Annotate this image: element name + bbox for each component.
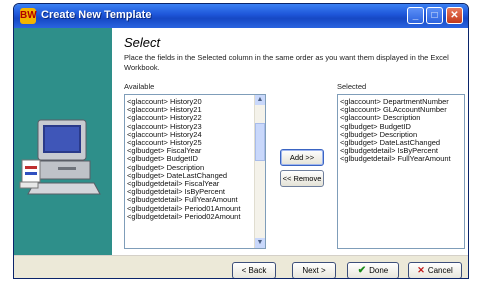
app-icon: BW bbox=[20, 8, 37, 24]
back-button[interactable]: < Back bbox=[232, 262, 276, 278]
create-template-dialog: BW Create New Template _ □ ✕ Select Plac… bbox=[13, 3, 469, 279]
selected-label: Selected bbox=[337, 82, 367, 91]
wizard-footer: < Back Next > ✔ Done ✕ Cancel bbox=[14, 255, 468, 278]
available-label: Available bbox=[124, 82, 155, 91]
done-label: Done bbox=[369, 266, 389, 275]
available-scrollbar[interactable]: ▲ ▼ bbox=[254, 95, 265, 248]
done-button[interactable]: ✔ Done bbox=[347, 262, 399, 278]
remove-button[interactable]: << Remove bbox=[280, 170, 324, 187]
title-bar[interactable]: BW Create New Template _ □ ✕ bbox=[14, 4, 468, 28]
page-title: Select bbox=[124, 35, 161, 50]
wizard-content: Select Place the fields in the Selected … bbox=[112, 28, 468, 255]
computer-illustration-icon bbox=[19, 119, 101, 195]
selected-list[interactable]: <glaccount> DepartmentNumber <glaccount> … bbox=[337, 94, 465, 249]
checkmark-icon: ✔ bbox=[357, 265, 367, 276]
scroll-up-arrow-icon[interactable]: ▲ bbox=[255, 95, 265, 105]
list-item[interactable]: <glbudgetdetail> FullYearAmount bbox=[338, 155, 464, 163]
cancel-label: Cancel bbox=[427, 266, 453, 275]
cancel-x-icon: ✕ bbox=[417, 265, 425, 275]
window-title: Create New Template bbox=[41, 9, 152, 21]
maximize-button[interactable]: □ bbox=[426, 7, 443, 24]
scroll-down-arrow-icon[interactable]: ▼ bbox=[255, 238, 265, 248]
scroll-thumb[interactable] bbox=[255, 123, 265, 161]
available-list[interactable]: <glaccount> History20 <glaccount> History… bbox=[124, 94, 266, 249]
add-button[interactable]: Add >> bbox=[280, 149, 324, 166]
next-button[interactable]: Next > bbox=[292, 262, 336, 278]
cancel-button[interactable]: ✕ Cancel bbox=[408, 262, 462, 278]
instructions-text: Place the fields in the Selected column … bbox=[124, 53, 449, 72]
close-button[interactable]: ✕ bbox=[446, 7, 463, 24]
minimize-button[interactable]: _ bbox=[407, 7, 424, 24]
list-item[interactable]: <glbudgetdetail> Period02Amount bbox=[125, 212, 265, 221]
wizard-side-panel bbox=[14, 28, 112, 255]
